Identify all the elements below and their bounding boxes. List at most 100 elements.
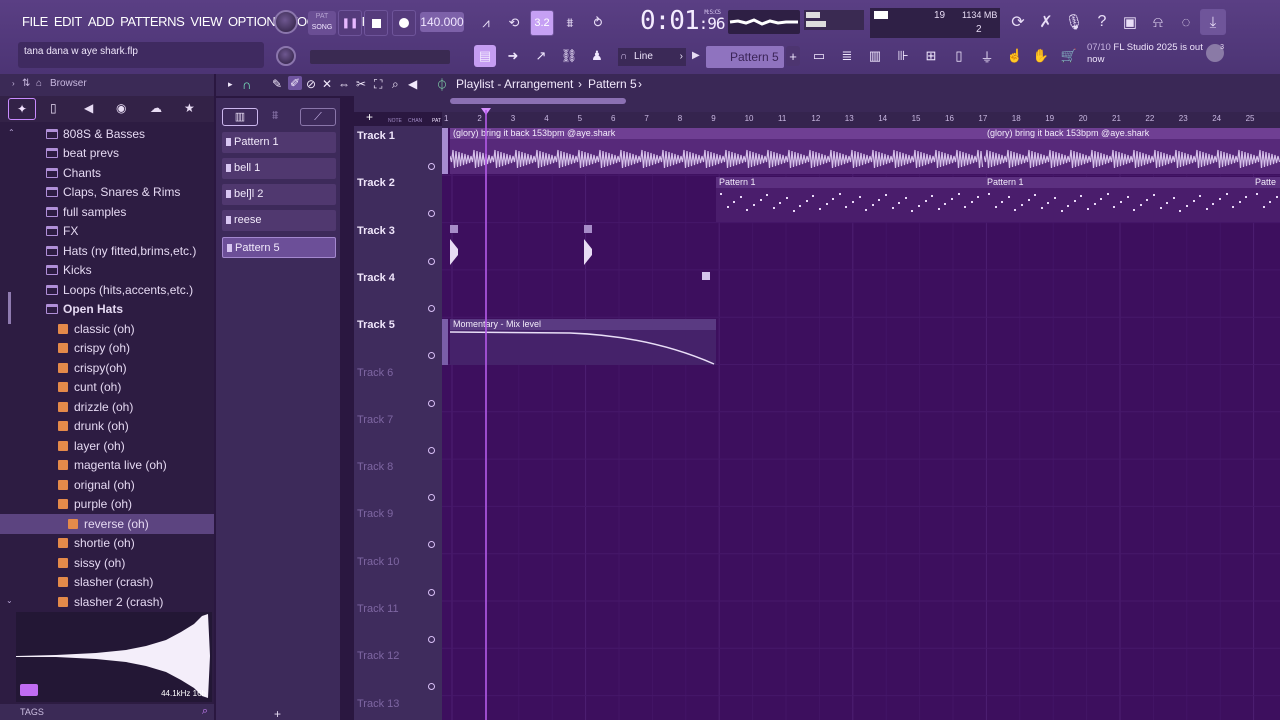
slice-icon[interactable]: ✂ <box>356 77 366 91</box>
pattern-clip-small[interactable] <box>700 272 714 312</box>
waveform-view-button[interactable]: ⩩ <box>272 108 278 123</box>
browser-file[interactable]: drizzle (oh) <box>0 397 214 417</box>
audio-clip[interactable]: (glory) bring it back 153bpm @aye.shark <box>450 128 984 174</box>
project-tab[interactable]: ▯ <box>50 101 57 115</box>
touch-controller-button[interactable]: ✋ <box>1030 45 1052 67</box>
play-button[interactable]: ❚❚ <box>338 10 362 36</box>
stamp-button[interactable]: ♟ <box>586 45 608 67</box>
browser-file[interactable]: purple (oh) <box>0 495 214 515</box>
track-name[interactable]: Track 1 <box>357 130 395 142</box>
track-mute-button[interactable] <box>428 352 435 360</box>
undo-button[interactable]: ⟳ <box>1006 9 1030 35</box>
master-volume-knob[interactable] <box>274 10 298 34</box>
browser-file[interactable]: sissy (oh) <box>0 553 214 573</box>
tags-bar[interactable]: TAGS ⌕ <box>0 704 214 720</box>
piano-roll-button[interactable]: ▥ <box>864 45 886 67</box>
help-button[interactable]: ? <box>1090 9 1114 35</box>
menu-edit[interactable]: EDIT <box>54 14 82 29</box>
tempo-display[interactable]: 140.000 <box>420 12 464 32</box>
song-position-slider[interactable] <box>310 50 450 64</box>
plugin-tab[interactable]: ◉ <box>116 101 126 115</box>
track-mute-button[interactable] <box>428 541 435 549</box>
pattern-item[interactable]: Pattern 5 <box>222 237 336 258</box>
loop-record-button[interactable]: ⥁ <box>586 10 610 36</box>
menu-file[interactable]: FILE <box>22 14 48 29</box>
browser-folder[interactable]: Hats (ny fitted,brims,etc.) <box>0 241 214 261</box>
master-pitch-knob[interactable] <box>276 46 296 66</box>
news-badge[interactable]: 3 <box>1206 44 1224 62</box>
pattern-clip[interactable]: Pattern 1 <box>984 177 1252 222</box>
preview-play-icon[interactable] <box>20 684 38 696</box>
add-track-button[interactable]: + <box>366 110 373 124</box>
browser-folder[interactable]: Claps, Snares & Rims <box>0 183 214 203</box>
browser-file[interactable]: cunt (oh) <box>0 378 214 398</box>
track-name[interactable]: Track 2 <box>357 177 395 189</box>
pattern-clip[interactable]: Patte <box>1252 177 1280 222</box>
track-name[interactable]: Track 9 <box>357 508 393 520</box>
automation-view-button[interactable]: ⟋ <box>300 108 336 126</box>
add-pattern-button[interactable]: + <box>786 46 800 66</box>
track-mute-button[interactable] <box>428 636 435 643</box>
blend-notes-button[interactable]: ⩩ <box>558 10 582 36</box>
zoom-icon[interactable]: ⌕ <box>392 77 399 92</box>
track-mute-button[interactable] <box>428 257 435 265</box>
browser-button[interactable]: ▯ <box>948 45 970 67</box>
pencil-icon[interactable]: ✎ <box>272 77 282 91</box>
track-mute-button[interactable] <box>428 446 435 454</box>
step-edit-button[interactable]: 3.2 <box>530 10 554 36</box>
pattern-item[interactable]: Pattern 1 <box>222 132 336 153</box>
audio-hit-clip[interactable] <box>584 225 594 269</box>
all-tab[interactable]: ✦ <box>8 98 36 120</box>
timeline-ruler[interactable]: 1 2 3 4 5 6 7 8 9 10 11 12 13 14 15 16 17 18 19 20 21 22 23 24 2… <box>442 112 1280 128</box>
menu-patterns[interactable]: PATTERNS <box>120 14 185 29</box>
arrow-left-icon[interactable]: ▸ <box>228 79 233 90</box>
plugin-button[interactable]: ⍾ <box>1146 9 1170 35</box>
browser-file[interactable]: layer (oh) <box>0 436 214 456</box>
select-icon[interactable]: ⛶ <box>374 77 382 92</box>
track-mute-button[interactable] <box>428 210 435 218</box>
playlist-grid[interactable]: (glory) bring it back 153bpm @aye.shark(… <box>442 128 1280 720</box>
piano-view-button[interactable]: ▥ <box>222 108 258 126</box>
chat-button[interactable]: ◌ <box>1174 9 1198 35</box>
channel-rack-button[interactable]: ≣ <box>836 45 858 67</box>
track-name[interactable]: Track 10 <box>357 556 399 568</box>
mixer-faders-button[interactable]: ⊪ <box>892 45 914 67</box>
tools-button[interactable]: ✗ <box>1034 9 1058 35</box>
track-mute-button[interactable] <box>428 683 435 691</box>
note-tab[interactable]: NOTE <box>388 118 402 124</box>
browser-file[interactable]: reverse (oh) <box>0 514 214 534</box>
track-name[interactable]: Track 4 <box>357 272 395 284</box>
track-mute-button[interactable] <box>428 588 435 596</box>
track-name[interactable]: Track 7 <box>357 414 393 426</box>
browser-folder[interactable]: Chants <box>0 163 214 183</box>
plugin-database-button[interactable]: ⏚ <box>976 45 998 67</box>
pattern-item[interactable]: reese <box>222 210 336 231</box>
speaker-tab[interactable]: ◀ <box>84 101 93 115</box>
track-mute-button[interactable] <box>428 399 435 407</box>
save-button[interactable]: ▣ <box>1118 9 1142 35</box>
mute-icon[interactable]: ✕ <box>322 77 332 91</box>
menu-add[interactable]: ADD <box>88 14 115 29</box>
next-button[interactable]: ➜ <box>502 45 524 67</box>
star-tab[interactable]: ★ <box>184 101 195 115</box>
track-name[interactable]: Track 13 <box>357 698 399 710</box>
cloud-tab[interactable]: ☁ <box>150 101 162 115</box>
browser-folder[interactable]: Loops (hits,accents,etc.) <box>0 280 214 300</box>
pattern-selector[interactable]: Pattern 5 <box>706 46 784 68</box>
touch-keyboard-button[interactable]: ☝ <box>1004 45 1026 67</box>
browser-file[interactable]: crispy(oh) <box>0 358 214 378</box>
horizontal-scrollbar[interactable] <box>450 98 626 104</box>
track-mute-button[interactable] <box>428 494 435 502</box>
metronome-button[interactable]: ⩘ <box>474 10 498 36</box>
paint-icon[interactable]: ✐ <box>288 76 303 90</box>
browser-folder[interactable]: beat prevs <box>0 144 214 164</box>
browser-file[interactable]: shortie (oh) <box>0 534 214 554</box>
browser-folder[interactable]: Kicks <box>0 261 214 281</box>
pat-song-toggle[interactable]: PAT SONG <box>308 11 336 35</box>
sample-preview[interactable]: 44.1kHz 16b <box>16 612 212 702</box>
playlist-window-button[interactable]: ▤ <box>474 45 496 67</box>
delete-icon[interactable]: ⊘ <box>306 77 316 91</box>
snap-selector[interactable]: ∩ Line › <box>618 48 686 66</box>
stop-button[interactable] <box>364 10 388 36</box>
magnet-icon[interactable]: ∩ <box>242 77 251 92</box>
